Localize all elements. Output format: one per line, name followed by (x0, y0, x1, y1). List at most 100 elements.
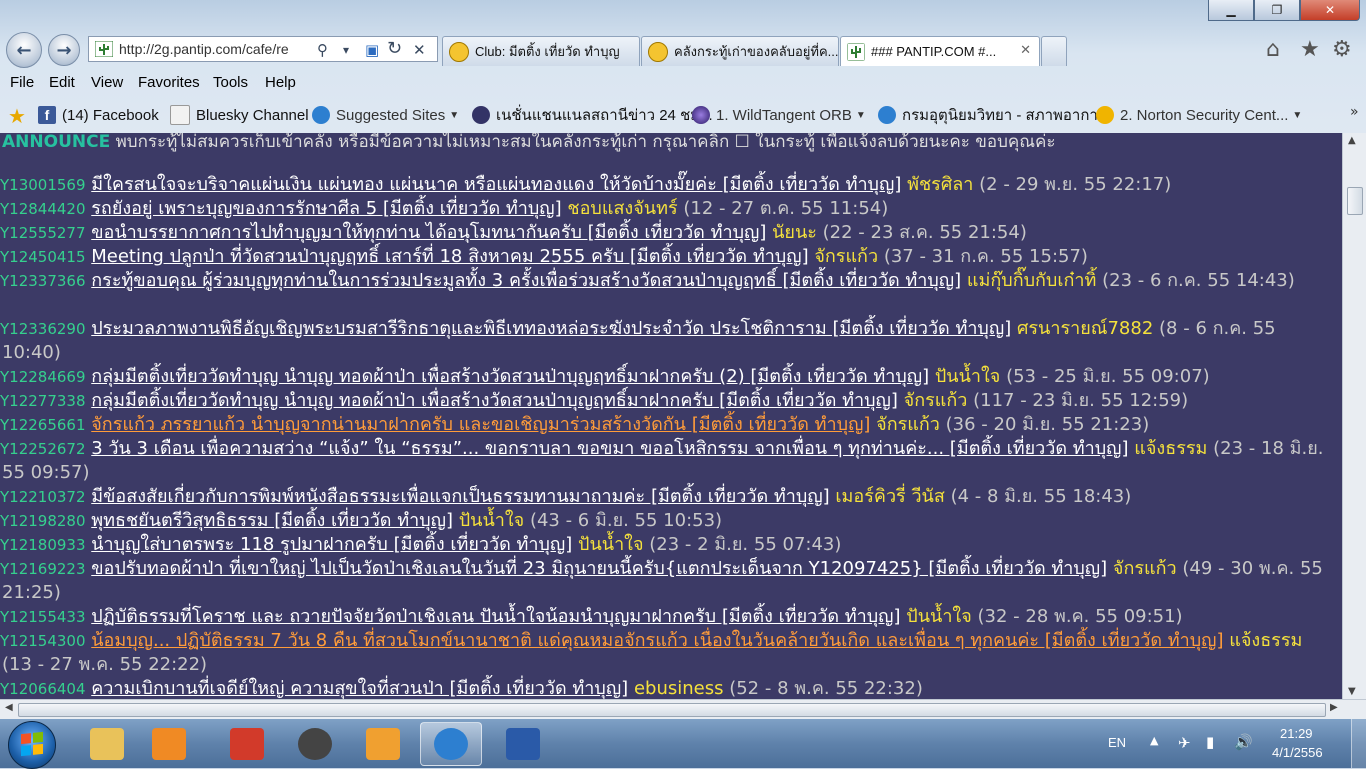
menu-edit[interactable]: Edit (49, 74, 75, 91)
topic-author[interactable]: แจ้งธรรม (1134, 438, 1207, 459)
url-text[interactable]: http://2g.pantip.com/cafe/re (119, 41, 299, 57)
topic-title-link[interactable]: Meeting ปลูกป่า ที่วัดสวนป่าบุญฤทธิ์ เสา… (91, 246, 808, 267)
topic-author[interactable]: ชอบแสงจันทร์ (567, 198, 677, 219)
internet-explorer-icon (434, 728, 468, 760)
search-icon[interactable]: ⚲ (317, 41, 328, 59)
topic-title-link[interactable]: กระทู้ขอบคุณ ผู้ร่วมบุญทุกท่านในการร่วมป… (91, 270, 961, 291)
topic-title-link[interactable]: ปฏิบัติธรรมที่โคราช และ ถวายปัจจัยวัดป่า… (91, 606, 900, 627)
topic-author[interactable]: เมอร์คิวรี่ วีนัส (835, 486, 944, 507)
clock-time[interactable]: 21:29 (1280, 726, 1313, 741)
taskbar-app-internet-explorer[interactable] (420, 722, 482, 766)
topic-title-link[interactable]: กลุ่มมีตติ้งเที่ยววัดทำบุญ นำบุญ ทอดผ้าป… (91, 366, 929, 387)
vertical-scroll-thumb[interactable] (1347, 187, 1363, 215)
scroll-left-icon[interactable]: ◀ (5, 702, 13, 713)
minimize-button[interactable]: ▁ (1208, 0, 1254, 21)
topic-title-link[interactable]: ประมวลภาพงานพิธีอัญเชิญพระบรมสารีริกธาตุ… (91, 318, 1011, 339)
show-hidden-icons-icon[interactable]: ▲ (1150, 734, 1158, 747)
topic-author[interactable]: ศรนารายณ์7882 (1017, 318, 1153, 339)
fav-meteorology[interactable]: กรมอุตุนิยมวิทยา - สภาพอากา... (878, 104, 1110, 126)
scroll-up-icon[interactable]: ▲ (1348, 135, 1356, 146)
chevron-down-icon: ▼ (855, 109, 866, 121)
topic-author[interactable]: พัชรศิลา (907, 174, 973, 195)
menu-favorites[interactable]: Favorites (138, 74, 200, 91)
topic-author[interactable]: จักรแก้ว (876, 414, 940, 435)
topic-title-link[interactable]: 3 วัน 3 เดือน เพื่อความสว่าง “แจ้ง” ใน “… (91, 438, 1128, 459)
address-bar[interactable]: http://2g.pantip.com/cafe/re ⚲ ▾ ▣ ↻ ✕ (88, 36, 438, 62)
topic-title-link[interactable]: ขอปรับทอดผ้าป่า ที่เขาใหญ่ ไปเป็นวัดป่าเ… (91, 558, 1107, 579)
topic-title-link[interactable]: กลุ่มมีตติ้งเที่ยววัดทำบุญ นำบุญ ทอดผ้าป… (91, 390, 898, 411)
menu-view[interactable]: View (91, 74, 123, 91)
menu-tools[interactable]: Tools (213, 74, 248, 91)
fav-facebook[interactable]: f (14) Facebook (38, 104, 159, 126)
close-tab-icon[interactable]: ✕ (1020, 43, 1031, 58)
fav-nation-channel[interactable]: เนชั่นแชนแนลสถานีข่าว 24 ชม... (472, 104, 713, 126)
favorites-star-icon[interactable]: ★ (1300, 37, 1320, 62)
taskbar-app-word[interactable] (492, 722, 554, 766)
topic-title-link[interactable]: มีใครสนใจจะบริจาคแผ่นเงิน แผ่นทอง แผ่นนา… (91, 174, 901, 195)
menu-file[interactable]: File (10, 74, 34, 91)
topic-title-link[interactable]: มีข้อสงสัยเกี่ยวกับการพิมพ์หนังสือธรรมะเ… (91, 486, 829, 507)
language-indicator[interactable]: EN (1108, 735, 1126, 750)
smiley-icon (449, 41, 469, 62)
fav-bluesky[interactable]: Bluesky Channel (170, 104, 309, 126)
topic-author[interactable]: จักรแก้ว (904, 390, 968, 411)
back-button[interactable]: ← (6, 32, 42, 68)
topic-author[interactable]: ebusiness (634, 678, 724, 699)
close-window-button[interactable]: ✕ (1300, 0, 1360, 21)
topic-author[interactable]: ปันน้ำใจ (459, 510, 524, 531)
compatibility-view-icon[interactable]: ▣ (365, 41, 379, 59)
menu-help[interactable]: Help (265, 74, 296, 91)
fav-suggested-sites[interactable]: Suggested Sites ▼ (312, 104, 459, 126)
forward-arrow-icon: → (56, 39, 72, 61)
scroll-right-icon[interactable]: ▶ (1330, 702, 1338, 713)
topic-author[interactable]: จักรแก้ว (1113, 558, 1177, 579)
new-tab-button[interactable] (1041, 36, 1067, 66)
taskbar-app-clock-app[interactable] (284, 722, 346, 766)
refresh-icon[interactable]: ↻ (387, 38, 402, 59)
topic-author[interactable]: ปันน้ำใจ (906, 606, 971, 627)
taskbar-app-explorer[interactable] (76, 722, 138, 766)
stop-icon[interactable]: ✕ (413, 41, 426, 59)
battery-icon[interactable]: ▮ (1206, 733, 1214, 751)
taskbar-app-outlook[interactable] (352, 722, 414, 766)
tab-pantip[interactable]: ### PANTIP.COM #... ✕ (840, 36, 1040, 66)
topic-author[interactable]: จักรแก้ว (814, 246, 878, 267)
maximize-button[interactable]: ❐ (1254, 0, 1300, 21)
topic-title-link[interactable]: พุทธชยันตรีวิสุทธิธรรม [มีตติ้ง เที่ยววั… (91, 510, 453, 531)
topic-meta: (12 - 27 ต.ค. 55 11:54) (683, 198, 889, 219)
home-icon[interactable]: ⌂ (1266, 37, 1280, 62)
fav-norton[interactable]: 2. Norton Security Cent... ▼ (1096, 104, 1302, 126)
fav-wildtangent[interactable]: 1. WildTangent ORB ▼ (692, 104, 866, 126)
topic-title-link[interactable]: น้อมบุญ... ปฏิบัติธรรม 7 วัน 8 คืน ที่สว… (91, 630, 1223, 651)
topic-title-link[interactable]: นำบุญใส่บาตรพระ 118 รูปมาฝากครับ [มีตติ้… (91, 534, 572, 555)
network-icon[interactable]: ✈ (1178, 734, 1191, 752)
vertical-scrollbar[interactable]: ▲ ▼ (1342, 133, 1366, 699)
topic-title-link[interactable]: รถยังอยู่ เพราะบุญของการรักษาศีล 5 [มีตต… (91, 198, 561, 219)
tab-club-meeting[interactable]: Club: มีตติ้ง เที่ยวัด ทำบุญ (442, 36, 640, 66)
topic-row: Y12450415 Meeting ปลูกป่า ที่วัดสวนป่าบุ… (0, 245, 1332, 269)
tools-gear-icon[interactable]: ⚙ (1332, 37, 1352, 62)
topic-title-link[interactable]: จักรแก้ว ภรรยาแก้ว นำบุญจากน่านมาฝากครับ… (91, 414, 870, 435)
clock-date[interactable]: 4/1/2556 (1272, 745, 1323, 760)
address-dropdown-icon[interactable]: ▾ (343, 43, 349, 57)
start-button[interactable] (8, 721, 56, 769)
more-favorites-chevron-icon[interactable]: » (1350, 104, 1359, 120)
show-desktop-button[interactable] (1351, 719, 1366, 768)
forward-button[interactable]: → (48, 34, 80, 66)
topic-author[interactable]: ปันน้ำใจ (578, 534, 643, 555)
topic-author[interactable]: แจ้งธรรม (1229, 630, 1302, 651)
taskbar-app-pin[interactable] (216, 722, 278, 766)
scroll-down-icon[interactable]: ▼ (1348, 686, 1356, 697)
horizontal-scroll-thumb[interactable] (18, 703, 1326, 717)
add-favorite-star-icon[interactable]: ★ (8, 104, 26, 128)
topic-author[interactable]: ปันน้ำใจ (935, 366, 1000, 387)
topic-meta: (37 - 31 ก.ค. 55 15:57) (883, 246, 1088, 267)
horizontal-scrollbar[interactable]: ◀ ▶ (0, 699, 1366, 720)
topic-author[interactable]: แม่กุ๊บกิ๊บกับเก๋าทิ้ (967, 270, 1096, 291)
tab-archive[interactable]: คลังกระทู้เก่าของคลับอยู่ที่ค... (641, 36, 839, 66)
volume-icon[interactable]: 🔊 (1234, 733, 1253, 751)
topic-title-link[interactable]: ความเบิกบานที่เจดีย์ใหญ่ ความสุขใจที่สวน… (91, 678, 628, 699)
taskbar-app-media-player[interactable] (138, 722, 200, 766)
topic-author[interactable]: นัยนะ (772, 222, 817, 243)
topic-title-link[interactable]: ขอนำบรรยากาศการไปทำบุญมาให้ทุกท่าน ได้อน… (91, 222, 766, 243)
